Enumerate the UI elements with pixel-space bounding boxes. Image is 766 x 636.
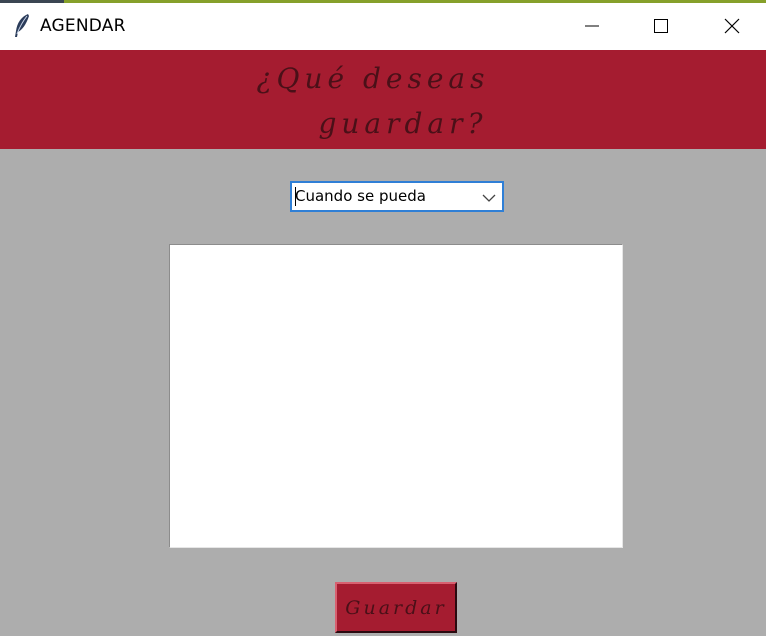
title-bar[interactable]: AGENDAR <box>0 3 766 50</box>
maximize-button[interactable] <box>627 6 695 50</box>
maximize-icon <box>653 18 669 38</box>
text-caret <box>295 187 296 206</box>
minimize-icon <box>584 18 600 38</box>
page-title: ¿Qué deseas guardar? <box>0 56 766 146</box>
priority-select-value: Cuando se pueda <box>295 187 426 205</box>
close-icon <box>724 18 740 38</box>
agendar-window: AGENDAR ¿Qué deseas guardar? Cuando se p <box>0 0 766 636</box>
feather-icon <box>12 13 32 39</box>
minimize-button[interactable] <box>558 6 626 50</box>
priority-select[interactable]: Cuando se pueda <box>290 181 504 212</box>
chevron-down-icon[interactable] <box>482 190 496 204</box>
save-button[interactable]: Guardar <box>335 582 457 633</box>
page-title-line1: ¿Qué deseas <box>256 62 490 95</box>
note-textarea[interactable] <box>169 244 623 548</box>
window-title: AGENDAR <box>40 16 126 36</box>
page-title-line2: guardar? <box>318 107 488 140</box>
close-button[interactable] <box>698 6 766 50</box>
